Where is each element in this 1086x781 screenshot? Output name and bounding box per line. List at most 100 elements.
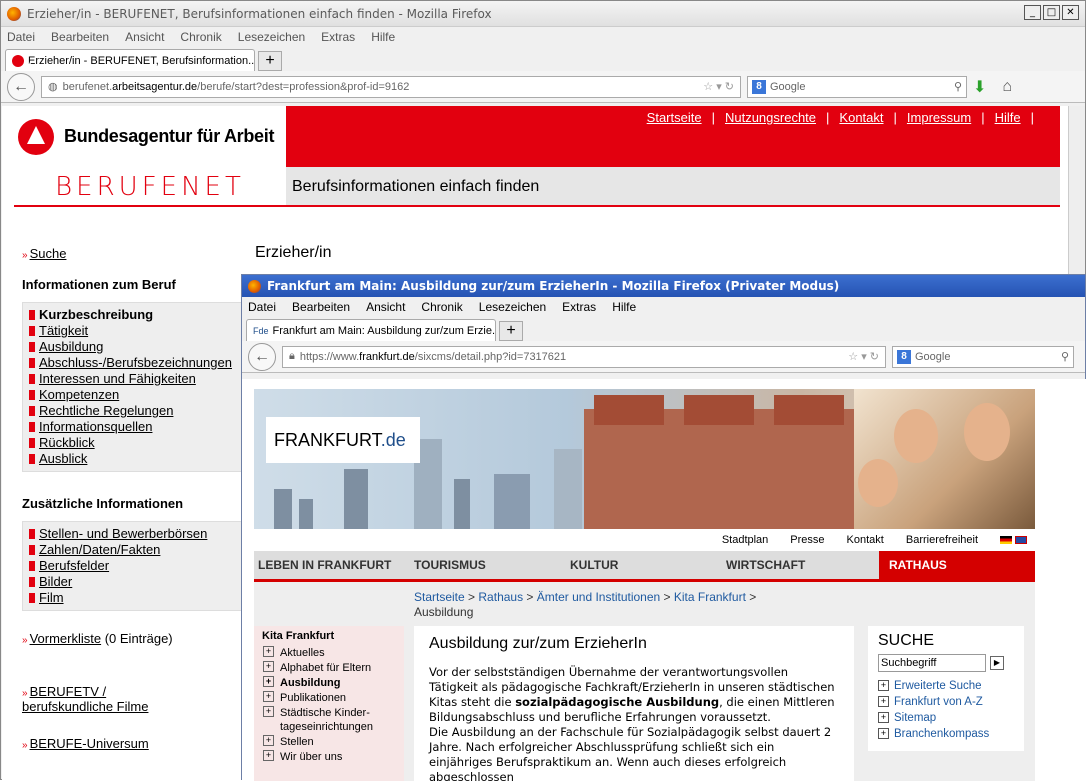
link-suche[interactable]: Suche — [30, 246, 67, 261]
search-go-button[interactable]: ▶ — [990, 656, 1004, 670]
link-sitemap[interactable]: Sitemap — [878, 710, 1014, 726]
menu-datei[interactable]: Datei — [248, 300, 276, 314]
search-icon[interactable]: ⚲ — [954, 80, 962, 93]
crumb-kita[interactable]: Kita Frankfurt — [674, 590, 746, 604]
menu-bearbeiten[interactable]: Bearbeiten — [51, 30, 109, 44]
new-tab-button[interactable]: + — [258, 51, 282, 71]
util-stadtplan[interactable]: Stadtplan — [722, 534, 768, 546]
roemer-image — [584, 395, 854, 529]
side-item[interactable]: Städtische Kinder-tageseinrichtungen — [254, 706, 373, 734]
extra-item[interactable]: Berufsfelder — [39, 558, 109, 573]
menu-datei[interactable]: Datei — [7, 30, 35, 44]
util-barrierefreiheit[interactable]: Barrierefreiheit — [906, 534, 978, 546]
menu-extras[interactable]: Extras — [321, 30, 355, 44]
side-item[interactable]: Alphabet für Eltern — [254, 661, 404, 675]
link-impressum[interactable]: Impressum — [907, 110, 971, 125]
back-button[interactable]: ← — [7, 72, 35, 101]
side-item[interactable]: Wir über uns — [254, 750, 404, 764]
side-item[interactable]: Publikationen — [254, 691, 404, 705]
extra-heading: Zusätzliche Informationen — [22, 496, 184, 511]
ba-logo[interactable]: Bundesagentur für Arbeit — [14, 106, 286, 167]
menu-hilfe[interactable]: Hilfe — [371, 30, 395, 44]
language-flags-icon[interactable] — [1000, 536, 1027, 544]
search-icon[interactable]: ⚲ — [1061, 350, 1069, 363]
search-bar[interactable]: 8 Google ⚲ — [747, 75, 967, 98]
link-berufe-universum[interactable]: BERUFE-Universum — [30, 736, 149, 751]
tab-frankfurt[interactable]: Fde Frankfurt am Main: Ausbildung zur/zu… — [246, 319, 496, 341]
util-kontakt[interactable]: Kontakt — [847, 534, 884, 546]
berufenet-brand[interactable]: BERUFENET — [14, 167, 286, 207]
nav-leben[interactable]: LEBEN IN FRANKFURT — [254, 551, 410, 579]
nav-wirtschaft[interactable]: WIRTSCHAFT — [722, 551, 878, 579]
link-erweiterte-suche[interactable]: Erweiterte Suche — [878, 678, 1014, 694]
info-item[interactable]: Rückblick — [39, 435, 95, 450]
firefox-icon — [248, 279, 261, 293]
minimize-button[interactable]: _ — [1024, 5, 1041, 20]
home-icon[interactable]: ⌂ — [1002, 78, 1012, 96]
info-item[interactable]: Abschluss-/Berufsbezeichnungen — [39, 355, 232, 370]
back-button[interactable]: ← — [248, 342, 276, 371]
info-item[interactable]: Ausbildung — [39, 339, 103, 354]
menu-chronik[interactable]: Chronik — [421, 300, 462, 314]
link-nutzungsrechte[interactable]: Nutzungsrechte — [725, 110, 816, 125]
extra-item[interactable]: Film — [39, 590, 64, 605]
crumb-rathaus[interactable]: Rathaus — [478, 590, 523, 604]
download-icon[interactable]: ⬇ — [973, 77, 986, 97]
link-kontakt[interactable]: Kontakt — [839, 110, 883, 125]
link-hilfe[interactable]: Hilfe — [995, 110, 1021, 125]
tab-label: Frankfurt am Main: Ausbildung zur/zum Er… — [272, 324, 496, 337]
extra-item[interactable]: Stellen- und Bewerberbörsen — [39, 526, 207, 541]
nav-tourismus[interactable]: TOURISMUS — [410, 551, 566, 579]
link-startseite[interactable]: Startseite — [647, 110, 702, 125]
new-tab-button[interactable]: + — [499, 321, 523, 341]
url-bar[interactable]: 🔒︎ https://www.frankfurt.de/sixcms/detai… — [282, 345, 886, 368]
nav-kultur[interactable]: KULTUR — [566, 551, 722, 579]
crumb-startseite[interactable]: Startseite — [414, 590, 465, 604]
menu-chronik[interactable]: Chronik — [180, 30, 221, 44]
lock-icon: 🔒︎ — [289, 350, 295, 362]
search-placeholder: Google — [915, 350, 951, 363]
menu-lesezeichen[interactable]: Lesezeichen — [238, 30, 305, 44]
extra-item[interactable]: Zahlen/Daten/Fakten — [39, 542, 160, 557]
menu-lesezeichen[interactable]: Lesezeichen — [479, 300, 546, 314]
menu-hilfe[interactable]: Hilfe — [612, 300, 636, 314]
info-item[interactable]: Kompetenzen — [39, 387, 119, 402]
menu-bearbeiten[interactable]: Bearbeiten — [292, 300, 350, 314]
firefox-icon — [7, 6, 21, 21]
side-heading[interactable]: Kita Frankfurt — [254, 626, 404, 646]
extra-item[interactable]: Bilder — [39, 574, 72, 589]
search-input[interactable] — [878, 654, 986, 672]
nav-rathaus[interactable]: RATHAUS — [879, 551, 1035, 579]
crumb-aemter[interactable]: Ämter und Institutionen — [537, 590, 660, 604]
search-box: SUCHE ▶ Erweiterte Suche Frankfurt von A… — [868, 626, 1024, 751]
tab-bar: Erzieher/in - BERUFENET, Berufsinformati… — [1, 47, 1085, 71]
google-icon: 8 — [897, 349, 911, 364]
info-item[interactable]: Tätigkeit — [39, 323, 88, 338]
frankfurt-logo[interactable]: FRANKFURT.de — [266, 417, 420, 463]
link-berufetv[interactable]: BERUFETV / — [30, 684, 107, 699]
menu-ansicht[interactable]: Ansicht — [125, 30, 164, 44]
maximize-button[interactable]: □ — [1043, 5, 1060, 20]
bookmark-star-icon[interactable]: ☆ ▾ ↻ — [848, 350, 879, 363]
link-vormerkliste[interactable]: Vormerkliste — [30, 631, 102, 646]
tab-bar: Fde Frankfurt am Main: Ausbildung zur/zu… — [242, 317, 1085, 341]
info-item[interactable]: Rechtliche Regelungen — [39, 403, 173, 418]
close-button[interactable]: ✕ — [1062, 5, 1079, 20]
util-presse[interactable]: Presse — [790, 534, 824, 546]
info-item[interactable]: Informationsquellen — [39, 419, 152, 434]
link-branchenkompass[interactable]: Branchenkompass — [878, 726, 1014, 742]
menu-extras[interactable]: Extras — [562, 300, 596, 314]
side-item[interactable]: Stellen — [254, 735, 404, 749]
bookmark-star-icon[interactable]: ☆ ▾ ↻ — [703, 80, 734, 93]
tab-berufenet[interactable]: Erzieher/in - BERUFENET, Berufsinformati… — [5, 49, 255, 71]
info-item[interactable]: Interessen und Fähigkeiten — [39, 371, 196, 386]
side-item[interactable]: Aktuelles — [254, 646, 404, 660]
side-item-active[interactable]: Ausbildung — [254, 676, 404, 690]
info-item-kurzbeschreibung[interactable]: Kurzbeschreibung — [29, 307, 237, 323]
search-bar[interactable]: 8 Google ⚲ — [892, 345, 1074, 368]
info-item[interactable]: Ausblick — [39, 451, 87, 466]
link-frankfurt-a-z[interactable]: Frankfurt von A-Z — [878, 694, 1014, 710]
link-berufetv-2[interactable]: berufskundliche Filme — [22, 699, 148, 714]
menu-ansicht[interactable]: Ansicht — [366, 300, 405, 314]
url-bar[interactable]: ◍ berufenet.arbeitsagentur.de/berufe/sta… — [41, 75, 741, 98]
